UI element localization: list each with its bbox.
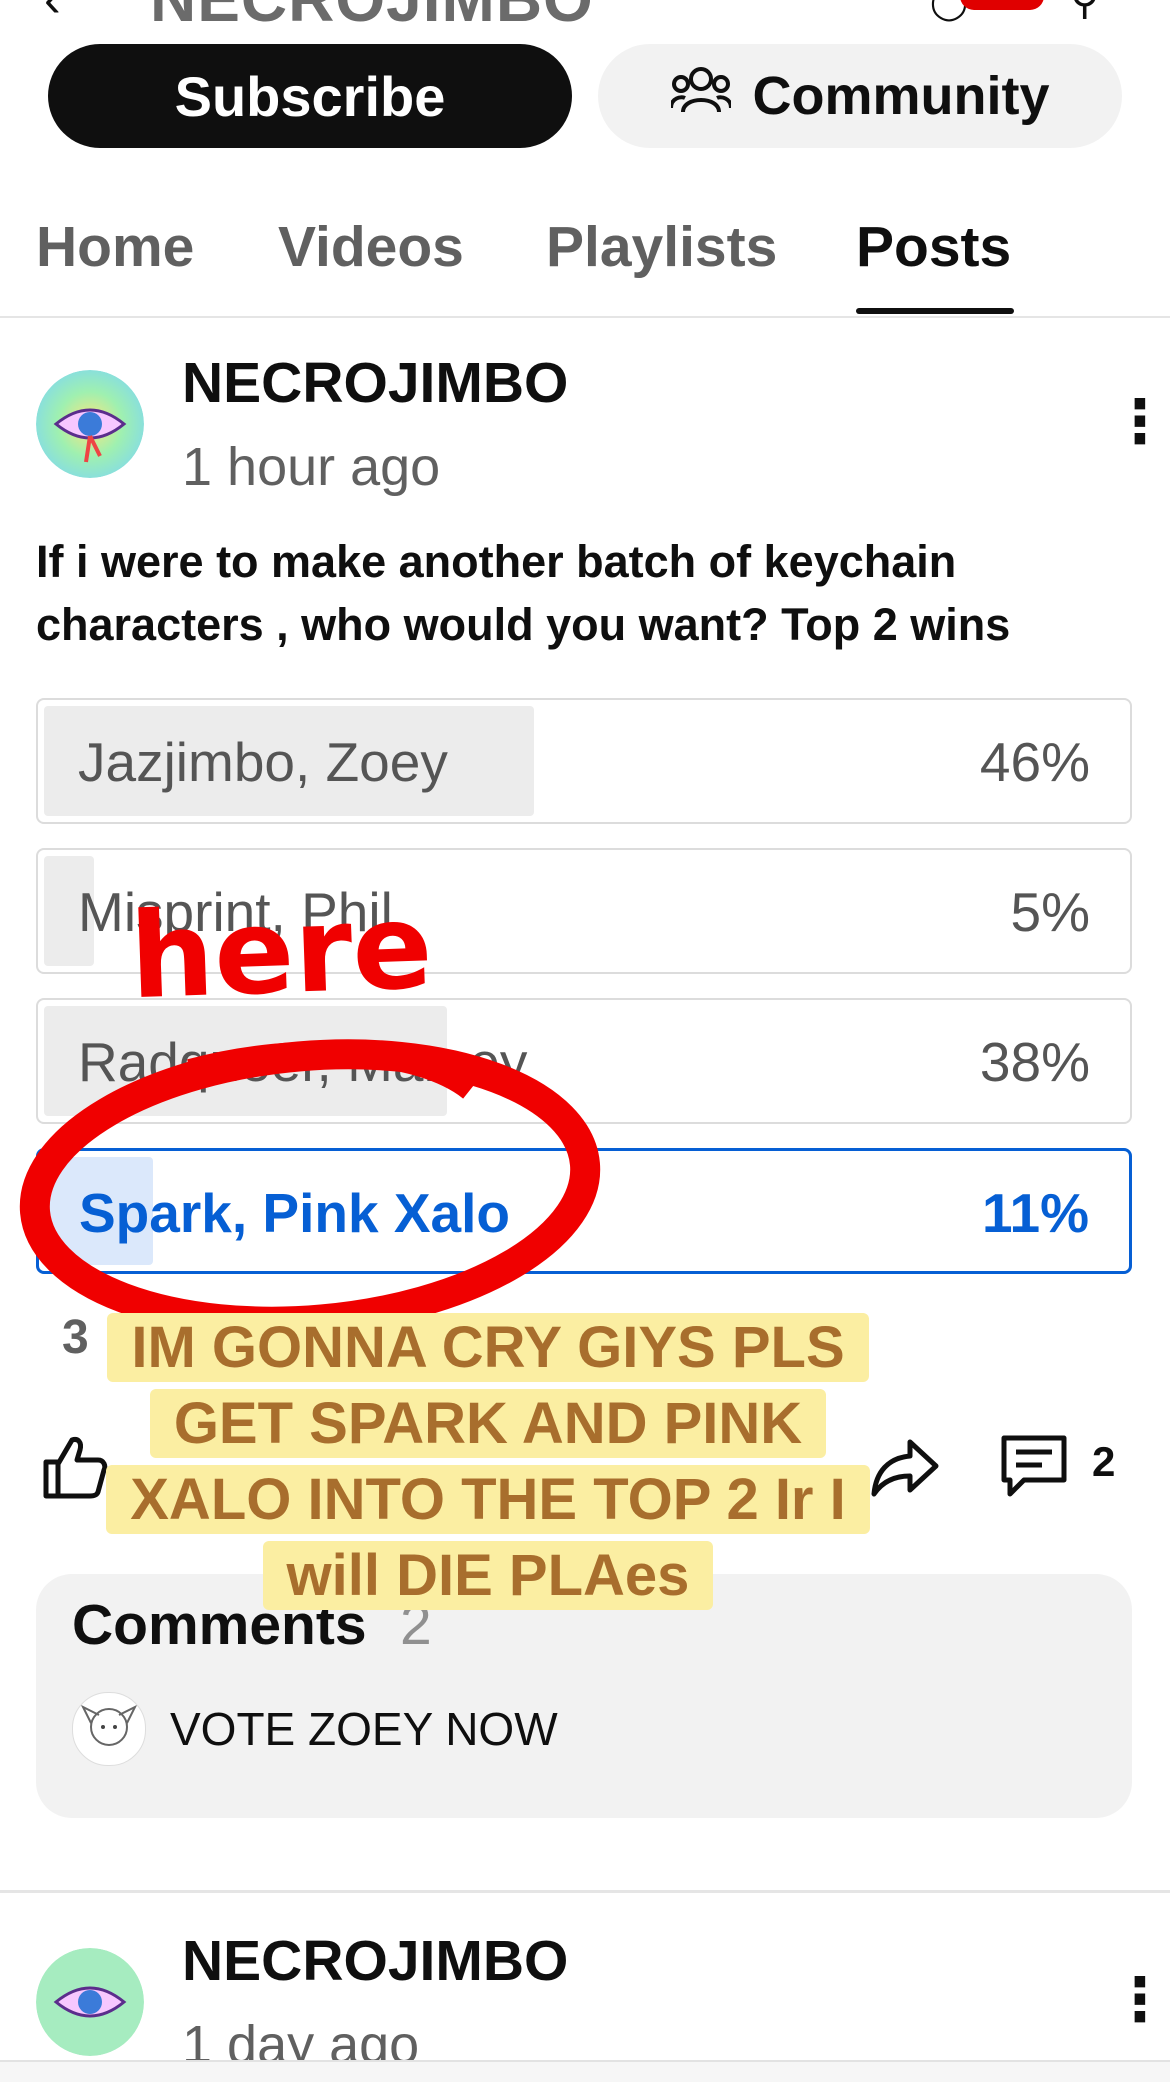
- poll-option[interactable]: Jazjimbo, Zoey 46%: [36, 698, 1132, 824]
- subscribe-button[interactable]: Subscribe: [48, 44, 572, 148]
- poll-option-percent: 38%: [979, 1031, 1090, 1093]
- channel-avatar[interactable]: [36, 370, 144, 478]
- comment-icon[interactable]: [998, 1432, 1070, 1507]
- bottom-nav-bar: [0, 2060, 1170, 2082]
- post-menu-icon[interactable]: ⋮: [1110, 392, 1170, 452]
- channel-header-title: NECROJIMBO: [150, 0, 594, 36]
- next-post-menu-icon[interactable]: ⋮: [1110, 1970, 1170, 2030]
- search-icon[interactable]: ⚲: [1070, 0, 1099, 24]
- channel-tabs: Home Videos Playlists Posts: [0, 208, 1170, 318]
- caption-line: will DIE PLAes: [262, 1541, 714, 1610]
- commenter-avatar: [72, 1692, 146, 1766]
- tab-videos[interactable]: Videos: [278, 214, 464, 280]
- poll-option-percent: 46%: [979, 731, 1090, 793]
- caption-line: GET SPARK AND PINK: [149, 1389, 827, 1458]
- poll-option-percent: 5%: [1010, 881, 1091, 943]
- notification-badge: [960, 0, 1044, 10]
- caption-overlay: IM GONNA CRY GIYS PLS GET SPARK AND PINK…: [88, 1310, 888, 1614]
- post-text: If i were to make another batch of keych…: [36, 536, 1011, 650]
- top-comment-text: VOTE ZOEY NOW: [170, 1703, 558, 1755]
- community-icon: [668, 64, 733, 129]
- poll-option-label: Jazjimbo, Zoey: [78, 731, 448, 793]
- tab-home[interactable]: Home: [36, 214, 194, 280]
- post-channel-name[interactable]: NECROJIMBO: [182, 350, 568, 416]
- subscribe-label: Subscribe: [174, 64, 446, 128]
- back-arrow-icon[interactable]: ‹: [44, 0, 61, 28]
- comment-count: 2: [1092, 1438, 1116, 1485]
- next-post-channel-name[interactable]: NECROJIMBO: [182, 1928, 568, 1994]
- caption-line: IM GONNA CRY GIYS PLS: [107, 1313, 869, 1382]
- channel-avatar[interactable]: [36, 1948, 144, 2056]
- community-label: Community: [752, 66, 1050, 126]
- poll-option-percent: 11%: [981, 1182, 1089, 1244]
- tab-posts[interactable]: Posts: [856, 214, 1011, 280]
- post-time: 1 hour ago: [182, 437, 441, 497]
- red-circle-annotation: [0, 1030, 640, 1337]
- active-tab-indicator: [856, 308, 1014, 314]
- handwritten-here-annotation: here: [128, 877, 435, 1025]
- post-divider: [0, 1890, 1170, 1893]
- community-button[interactable]: Community: [598, 44, 1122, 148]
- here-text: here: [130, 880, 430, 1020]
- tab-playlists[interactable]: Playlists: [546, 214, 777, 280]
- caption-line: XALO INTO THE TOP 2 Ir I: [106, 1465, 870, 1534]
